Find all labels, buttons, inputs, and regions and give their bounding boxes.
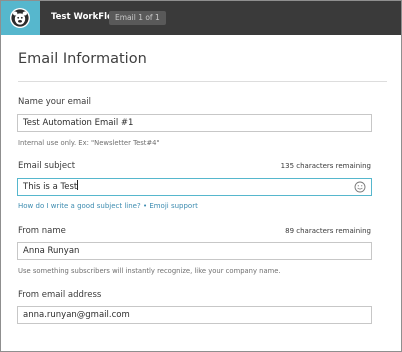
app-window: Test WorkFlow Email 1 of 1 Email Informa… bbox=[0, 0, 402, 352]
text-cursor bbox=[77, 180, 79, 190]
email-subject-label: Email subject bbox=[18, 161, 76, 171]
from-email-label: From email address bbox=[18, 290, 102, 300]
from-name-label: From name bbox=[18, 226, 66, 236]
email-name-label: Name your email bbox=[18, 97, 92, 107]
email-count-badge: Email 1 of 1 bbox=[109, 11, 166, 25]
link-separator: • bbox=[142, 202, 148, 210]
subject-help-links: How do I write a good subject line? • Em… bbox=[18, 202, 198, 210]
mailchimp-logo-icon bbox=[10, 8, 30, 28]
email-name-input[interactable]: Test Automation Email #1 bbox=[17, 114, 372, 132]
page-title: Email Information bbox=[18, 51, 147, 67]
from-email-input[interactable]: anna.runyan@gmail.com bbox=[17, 306, 372, 324]
logo-button[interactable] bbox=[1, 1, 40, 35]
from-name-input[interactable]: Anna Runyan bbox=[17, 242, 372, 260]
subject-char-counter: 135 characters remaining bbox=[280, 162, 371, 170]
top-bar: Test WorkFlow Email 1 of 1 bbox=[1, 1, 401, 35]
emoji-support-link[interactable]: Emoji support bbox=[149, 202, 198, 210]
email-name-hint: Internal use only. Ex: "Newsletter Test#… bbox=[18, 139, 160, 147]
email-subject-input[interactable]: This is a Test bbox=[17, 178, 372, 196]
from-name-char-counter: 89 characters remaining bbox=[285, 227, 371, 235]
from-name-hint: Use something subscribers will instantly… bbox=[18, 267, 281, 275]
email-subject-value: This is a Test bbox=[23, 182, 78, 192]
subject-line-help-link[interactable]: How do I write a good subject line? bbox=[18, 202, 141, 210]
title-divider bbox=[18, 81, 387, 82]
smiley-icon bbox=[354, 181, 366, 193]
emoji-picker-button[interactable] bbox=[354, 181, 366, 193]
